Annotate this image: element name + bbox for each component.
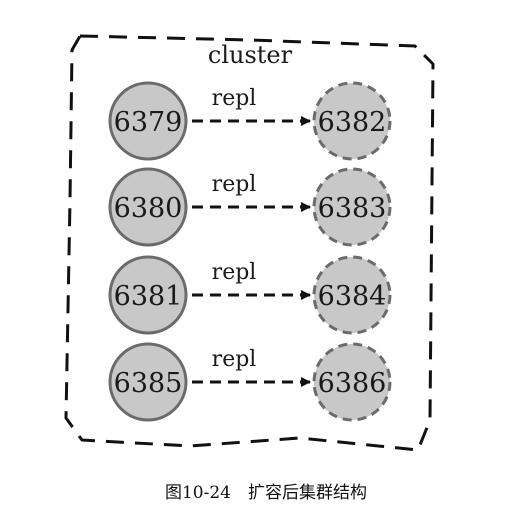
edge-label-repl: repl (212, 86, 257, 111)
diagram-canvas: cluster 6379 6382 repl 6380 6383 repl 6381 6384… (0, 0, 532, 510)
figure-caption: 图10-24 扩容后集群结构 (164, 483, 367, 503)
replica-node-label: 6383 (318, 193, 387, 224)
replication-row: 6385 6386 repl (108, 342, 392, 422)
master-node-label: 6381 (114, 281, 183, 312)
replica-node-label: 6384 (318, 281, 387, 312)
cluster-label: cluster (208, 41, 293, 69)
replica-node-label: 6386 (318, 368, 387, 399)
cluster-diagram: cluster 6379 6382 repl 6380 6383 repl 6381 6384… (64, 34, 435, 452)
replication-row: 6380 6383 repl (108, 167, 392, 247)
edge-label-repl: repl (212, 172, 257, 197)
master-node-label: 6380 (114, 193, 183, 224)
replica-node-label: 6382 (318, 107, 387, 138)
master-node-label: 6379 (114, 107, 183, 138)
replication-rows: 6379 6382repl6380 6383repl6381 6384repl6385… (108, 81, 392, 422)
master-node-label: 6385 (114, 368, 183, 399)
edge-label-repl: repl (212, 347, 257, 372)
replication-row: 6379 6382 repl (108, 81, 392, 161)
replication-row: 6381 6384 repl (108, 255, 392, 335)
edge-label-repl: repl (212, 260, 257, 285)
